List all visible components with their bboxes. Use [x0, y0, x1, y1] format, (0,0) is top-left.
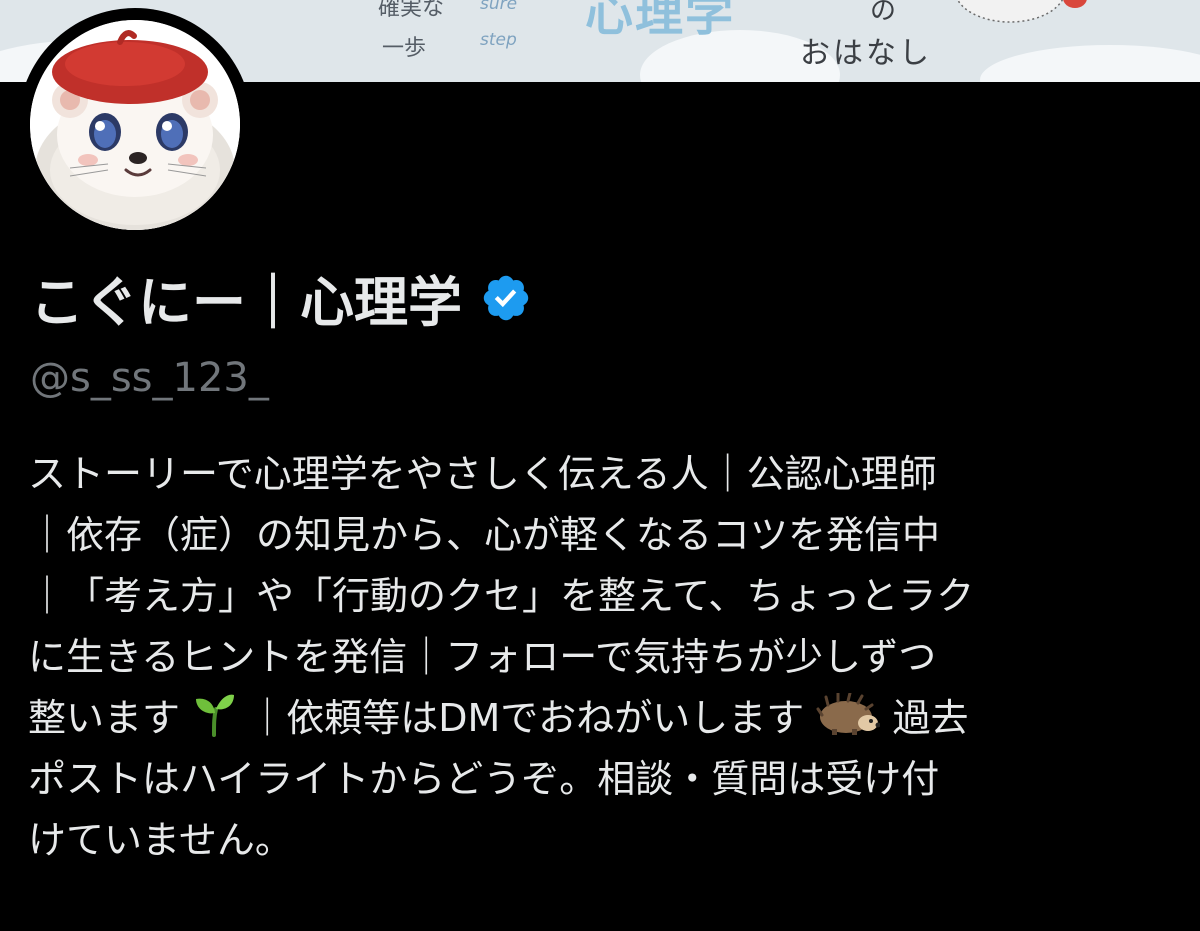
- verified-badge-icon[interactable]: [480, 272, 532, 324]
- bio-line: ストーリーで心理学をやさしく伝える人｜公認心理師: [28, 452, 937, 496]
- banner-hedgehog-illustration: [956, 0, 1087, 23]
- bio-line: ｜「考え方」や「行動のクセ」を整えて、ちょっとラク: [28, 574, 975, 618]
- hedgehog-emoji-icon: [816, 693, 881, 735]
- banner-particle: の: [870, 0, 897, 26]
- banner-tagline-jp-1: 確実な: [378, 0, 445, 21]
- seedling-emoji-icon: [196, 694, 235, 737]
- profile-avatar[interactable]: [18, 8, 252, 242]
- bio-text: 整います: [28, 696, 181, 740]
- user-handle: @s_ss_123_: [30, 355, 269, 401]
- display-name: こぐにー｜心理学: [30, 271, 462, 334]
- bio-text: 過去: [892, 696, 969, 740]
- profile-bio: ストーリーで心理学をやさしく伝える人｜公認心理師 ｜依存（症）の知見から、心が軽…: [28, 444, 1178, 871]
- banner-tagline-en-1: sure: [480, 0, 518, 14]
- bio-text: ｜依頼等はDMでおねがいします: [248, 696, 805, 740]
- banner-title: 心理学: [585, 0, 736, 42]
- hedgehog-avatar-icon: [30, 20, 240, 230]
- banner-tagline-jp-2: 一歩: [382, 36, 427, 61]
- bio-line: けていません。: [28, 818, 293, 862]
- banner-cloud: [980, 45, 1200, 82]
- banner-tagline-en-2: step: [480, 30, 517, 50]
- bio-line: ｜依存（症）の知見から、心が軽くなるコツを発信中: [28, 513, 941, 557]
- bio-line: 整います ｜依頼等はDMでおねがいします 過去: [28, 688, 1178, 749]
- bio-line: ポストはハイライトからどうぞ。相談・質問は受け付: [28, 757, 940, 801]
- banner-subtitle: おはなし: [800, 36, 932, 71]
- bio-line: に生きるヒントを発信｜フォローで気持ちが少しずつ: [28, 635, 937, 679]
- display-name-row: こぐにー｜心理学: [30, 258, 532, 337]
